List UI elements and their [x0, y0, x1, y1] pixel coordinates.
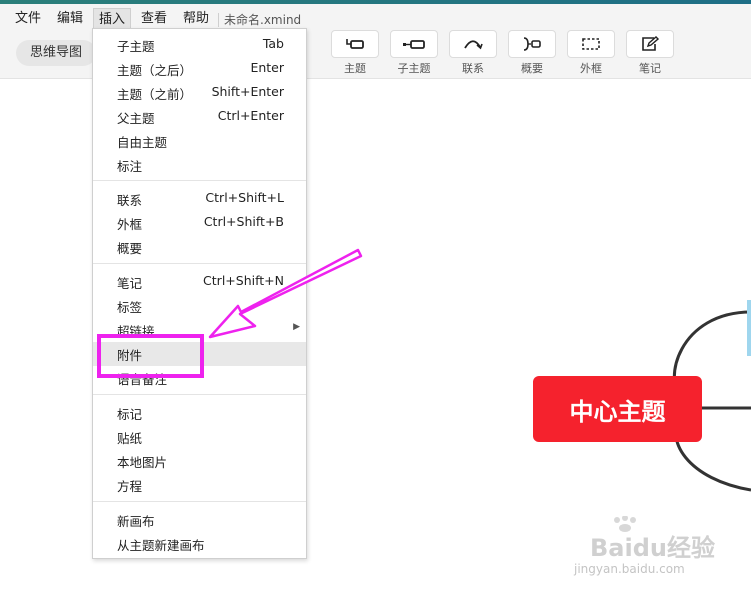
- annotation-arrow-icon: [208, 248, 363, 339]
- watermark-url: jingyan.baidu.com: [574, 562, 685, 576]
- annotation-highlight-box: [97, 334, 204, 378]
- watermark-text: Baidu经验: [590, 534, 715, 562]
- annotation-overlay: [97, 248, 363, 378]
